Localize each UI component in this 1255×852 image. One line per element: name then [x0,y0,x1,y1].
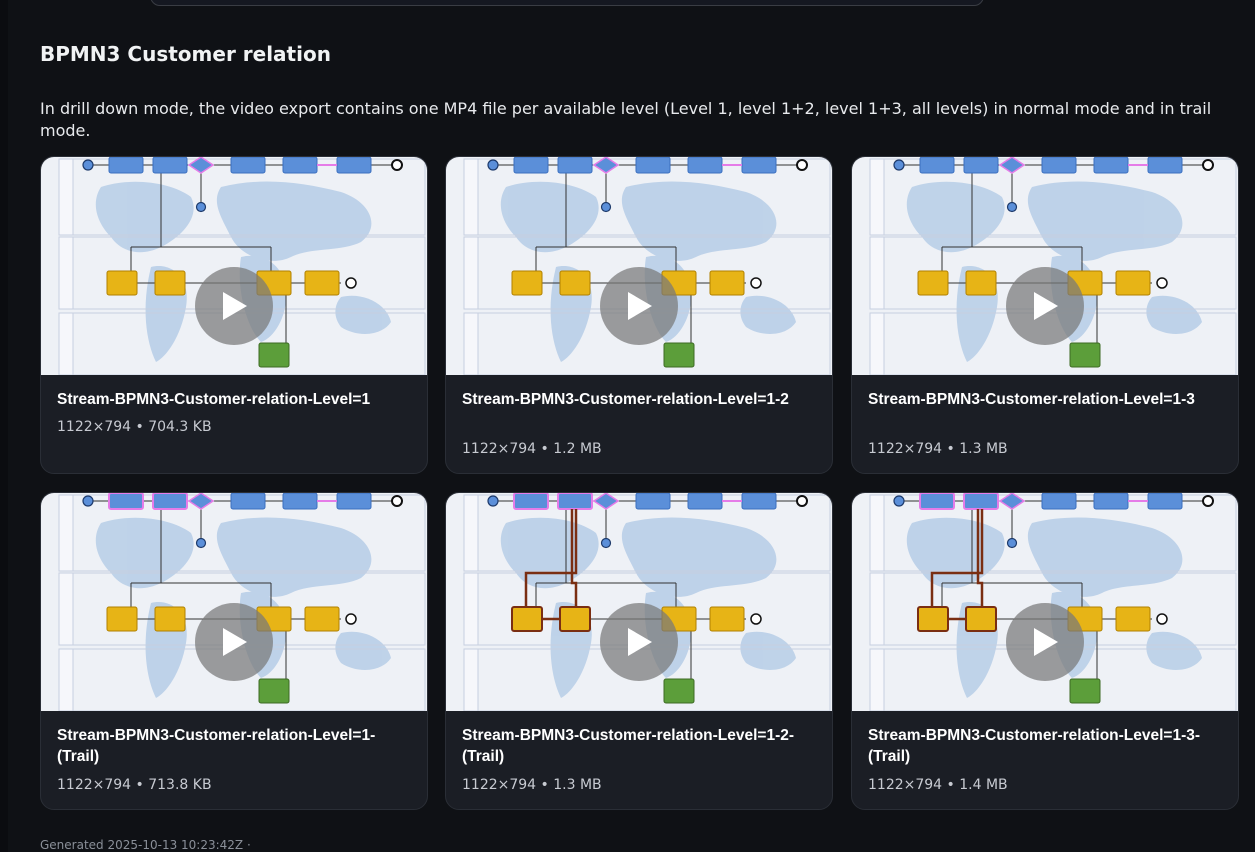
section-description: In drill down mode, the video export con… [40,99,1212,140]
video-title[interactable]: Stream-BPMN3-Customer-relation-Level=1-3… [868,725,1228,767]
play-icon[interactable] [600,267,678,345]
video-thumbnail[interactable] [446,493,832,711]
play-icon[interactable] [600,603,678,681]
video-meta: 1122×794 • 1.2 MB [462,441,602,457]
section-title: BPMN3 Customer relation [40,42,331,66]
search-bar[interactable] [150,0,984,6]
video-title[interactable]: Stream-BPMN3-Customer-relation-Level=1-2… [462,725,822,767]
video-meta: 1122×794 • 704.3 KB [57,419,212,435]
video-card[interactable]: Stream-BPMN3-Customer-relation-Level=1 11… [40,156,428,474]
video-card[interactable]: Stream-BPMN3-Customer-relation-Level=1-2… [445,156,833,474]
video-title[interactable]: Stream-BPMN3-Customer-relation-Level=1-(… [57,725,417,767]
video-thumbnail[interactable] [852,157,1238,375]
video-title[interactable]: Stream-BPMN3-Customer-relation-Level=1 [57,389,417,410]
video-title[interactable]: Stream-BPMN3-Customer-relation-Level=1-3 [868,389,1228,410]
video-meta: 1122×794 • 1.3 MB [868,441,1008,457]
play-icon[interactable] [195,267,273,345]
video-meta: 1122×794 • 1.3 MB [462,777,602,793]
video-card[interactable]: Stream-BPMN3-Customer-relation-Level=1-(… [40,492,428,810]
video-card[interactable]: Stream-BPMN3-Customer-relation-Level=1-3… [851,492,1239,810]
video-thumbnail[interactable] [41,157,427,375]
window-edge [0,0,8,852]
video-card[interactable]: Stream-BPMN3-Customer-relation-Level=1-3… [851,156,1239,474]
video-card[interactable]: Stream-BPMN3-Customer-relation-Level=1-2… [445,492,833,810]
play-icon[interactable] [195,603,273,681]
play-icon[interactable] [1006,267,1084,345]
video-thumbnail[interactable] [852,493,1238,711]
generated-footer: Generated 2025-10-13 10:23:42Z · [40,838,251,852]
video-title[interactable]: Stream-BPMN3-Customer-relation-Level=1-2 [462,389,822,410]
play-icon[interactable] [1006,603,1084,681]
video-thumbnail[interactable] [41,493,427,711]
video-thumbnail[interactable] [446,157,832,375]
video-meta: 1122×794 • 1.4 MB [868,777,1008,793]
video-meta: 1122×794 • 713.8 KB [57,777,212,793]
